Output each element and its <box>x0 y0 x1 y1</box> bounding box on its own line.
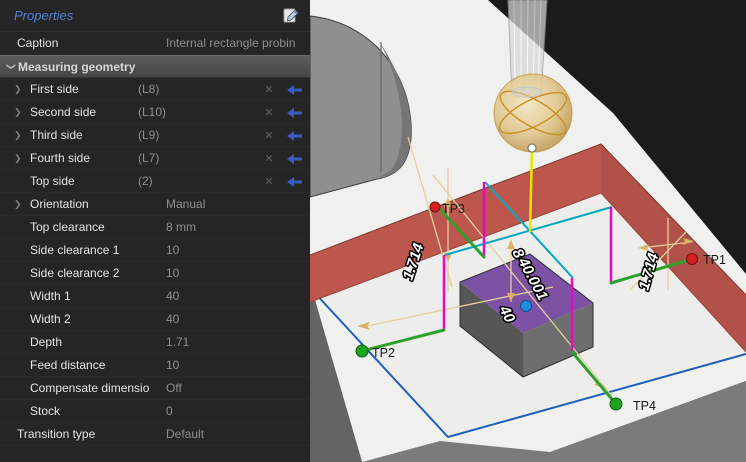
chevron-right-icon[interactable]: ❯ <box>14 153 30 164</box>
property-value[interactable]: Off <box>166 381 182 395</box>
property-label: Depth <box>30 335 62 349</box>
property-label: Second side <box>30 105 96 119</box>
property-row-side-clearance-1[interactable]: Side clearance 1 10 <box>0 239 310 262</box>
property-row-fourth-side[interactable]: ❯Fourth side (L7) ✕ <box>0 147 310 170</box>
properties-header: Properties <box>0 0 310 32</box>
property-row-compensate-dimensio[interactable]: Compensate dimensio Off <box>0 377 310 400</box>
link-arrow-icon[interactable] <box>287 154 302 164</box>
property-value[interactable]: 10 <box>166 358 179 372</box>
label-tp1: TP1 <box>703 253 726 267</box>
remove-icon[interactable]: ✕ <box>262 175 276 188</box>
property-value[interactable]: (L9) <box>138 128 159 142</box>
label-tp3: TP3 <box>442 202 465 216</box>
property-row-stock[interactable]: Stock 0 <box>0 400 310 423</box>
property-label: Stock <box>30 404 60 418</box>
remove-icon[interactable]: ✕ <box>262 106 276 119</box>
remove-icon[interactable]: ✕ <box>262 129 276 142</box>
probe-sphere <box>494 74 572 152</box>
link-arrow-icon[interactable] <box>287 177 302 187</box>
chevron-right-icon[interactable]: ❯ <box>14 84 30 95</box>
property-label: Compensate dimensio <box>30 381 149 395</box>
link-arrow-icon[interactable] <box>287 131 302 141</box>
cam-probing-window: Properties Caption Internal rectangle pro… <box>0 0 746 462</box>
property-value[interactable]: (2) <box>138 174 153 188</box>
property-row-top-side[interactable]: Top side (2) ✕ <box>0 170 310 193</box>
property-value[interactable]: 1.71 <box>166 335 189 349</box>
chevron-right-icon[interactable]: ❯ <box>14 107 30 118</box>
property-value[interactable]: Default <box>166 427 204 441</box>
property-label: Width 1 <box>30 289 71 303</box>
property-row-second-side[interactable]: ❯Second side (L10) ✕ <box>0 101 310 124</box>
property-label: Feed distance <box>30 358 105 372</box>
chevron-down-icon[interactable]: ❯ <box>6 60 17 74</box>
property-value[interactable]: 40 <box>166 289 179 303</box>
property-row-side-clearance-2[interactable]: Side clearance 2 10 <box>0 262 310 285</box>
property-value[interactable]: 40 <box>166 312 179 326</box>
link-arrow-icon[interactable] <box>287 85 302 95</box>
property-row-transition-type[interactable]: Transition type Default <box>0 423 310 446</box>
property-value[interactable]: Internal rectangle probin <box>166 36 295 50</box>
property-value[interactable]: (L10) <box>138 105 166 119</box>
viewport-3d[interactable]: 1.714 1.714 8 40.001 40 TP3 TP1 TP2 TP4 <box>310 0 746 462</box>
property-row-orientation[interactable]: ❯Orientation Manual <box>0 193 310 216</box>
properties-panel: Properties Caption Internal rectangle pro… <box>0 0 310 462</box>
property-label: Fourth side <box>30 151 90 165</box>
property-row-third-side[interactable]: ❯Third side (L9) ✕ <box>0 124 310 147</box>
property-label: Caption <box>17 36 58 50</box>
property-value[interactable]: (L8) <box>138 82 159 96</box>
property-label: Transition type <box>17 427 95 441</box>
chevron-right-icon[interactable]: ❯ <box>14 199 30 210</box>
property-label: Third side <box>30 128 83 142</box>
property-row-caption[interactable]: Caption Internal rectangle probin <box>0 32 310 55</box>
touch-point-tp1[interactable] <box>687 254 698 265</box>
property-label: Side clearance 2 <box>30 266 119 280</box>
remove-icon[interactable]: ✕ <box>262 152 276 165</box>
property-value[interactable]: 10 <box>166 243 179 257</box>
property-label: Top clearance <box>30 220 105 234</box>
properties-rows: CaptionInternal rectangle probin❯Measuri… <box>0 32 310 446</box>
property-row-feed-distance[interactable]: Feed distance 10 <box>0 354 310 377</box>
property-value[interactable]: 0 <box>166 404 173 418</box>
property-label: First side <box>30 82 79 96</box>
property-value[interactable]: 10 <box>166 266 179 280</box>
probe-tip-point <box>528 144 536 152</box>
panel-title: Properties <box>14 8 73 23</box>
property-row-first-side[interactable]: ❯First side (L8) ✕ <box>0 78 310 101</box>
property-value[interactable]: 8 mm <box>166 220 196 234</box>
remove-icon[interactable]: ✕ <box>262 83 276 96</box>
link-arrow-icon[interactable] <box>287 108 302 118</box>
section-label: Measuring geometry <box>18 60 135 74</box>
property-value[interactable]: Manual <box>166 197 205 211</box>
property-label: Side clearance 1 <box>30 243 119 257</box>
property-row-width-1[interactable]: Width 1 40 <box>0 285 310 308</box>
property-row-top-clearance[interactable]: Top clearance 8 mm <box>0 216 310 239</box>
chevron-right-icon[interactable]: ❯ <box>14 130 30 141</box>
property-label: Orientation <box>30 197 89 211</box>
center-point[interactable] <box>521 301 532 312</box>
edit-icon[interactable] <box>282 6 300 24</box>
property-label: Top side <box>30 174 75 188</box>
property-row-width-2[interactable]: Width 2 40 <box>0 308 310 331</box>
label-tp4: TP4 <box>633 399 656 413</box>
touch-point-tp3[interactable] <box>430 202 440 212</box>
touch-point-tp2[interactable] <box>356 345 368 357</box>
property-value[interactable]: (L7) <box>138 151 159 165</box>
property-row-depth[interactable]: Depth 1.71 <box>0 331 310 354</box>
property-label: Width 2 <box>30 312 71 326</box>
label-tp2: TP2 <box>372 346 395 360</box>
touch-point-tp4[interactable] <box>610 398 622 410</box>
property-row-measuring-geometry[interactable]: ❯Measuring geometry <box>0 55 310 78</box>
